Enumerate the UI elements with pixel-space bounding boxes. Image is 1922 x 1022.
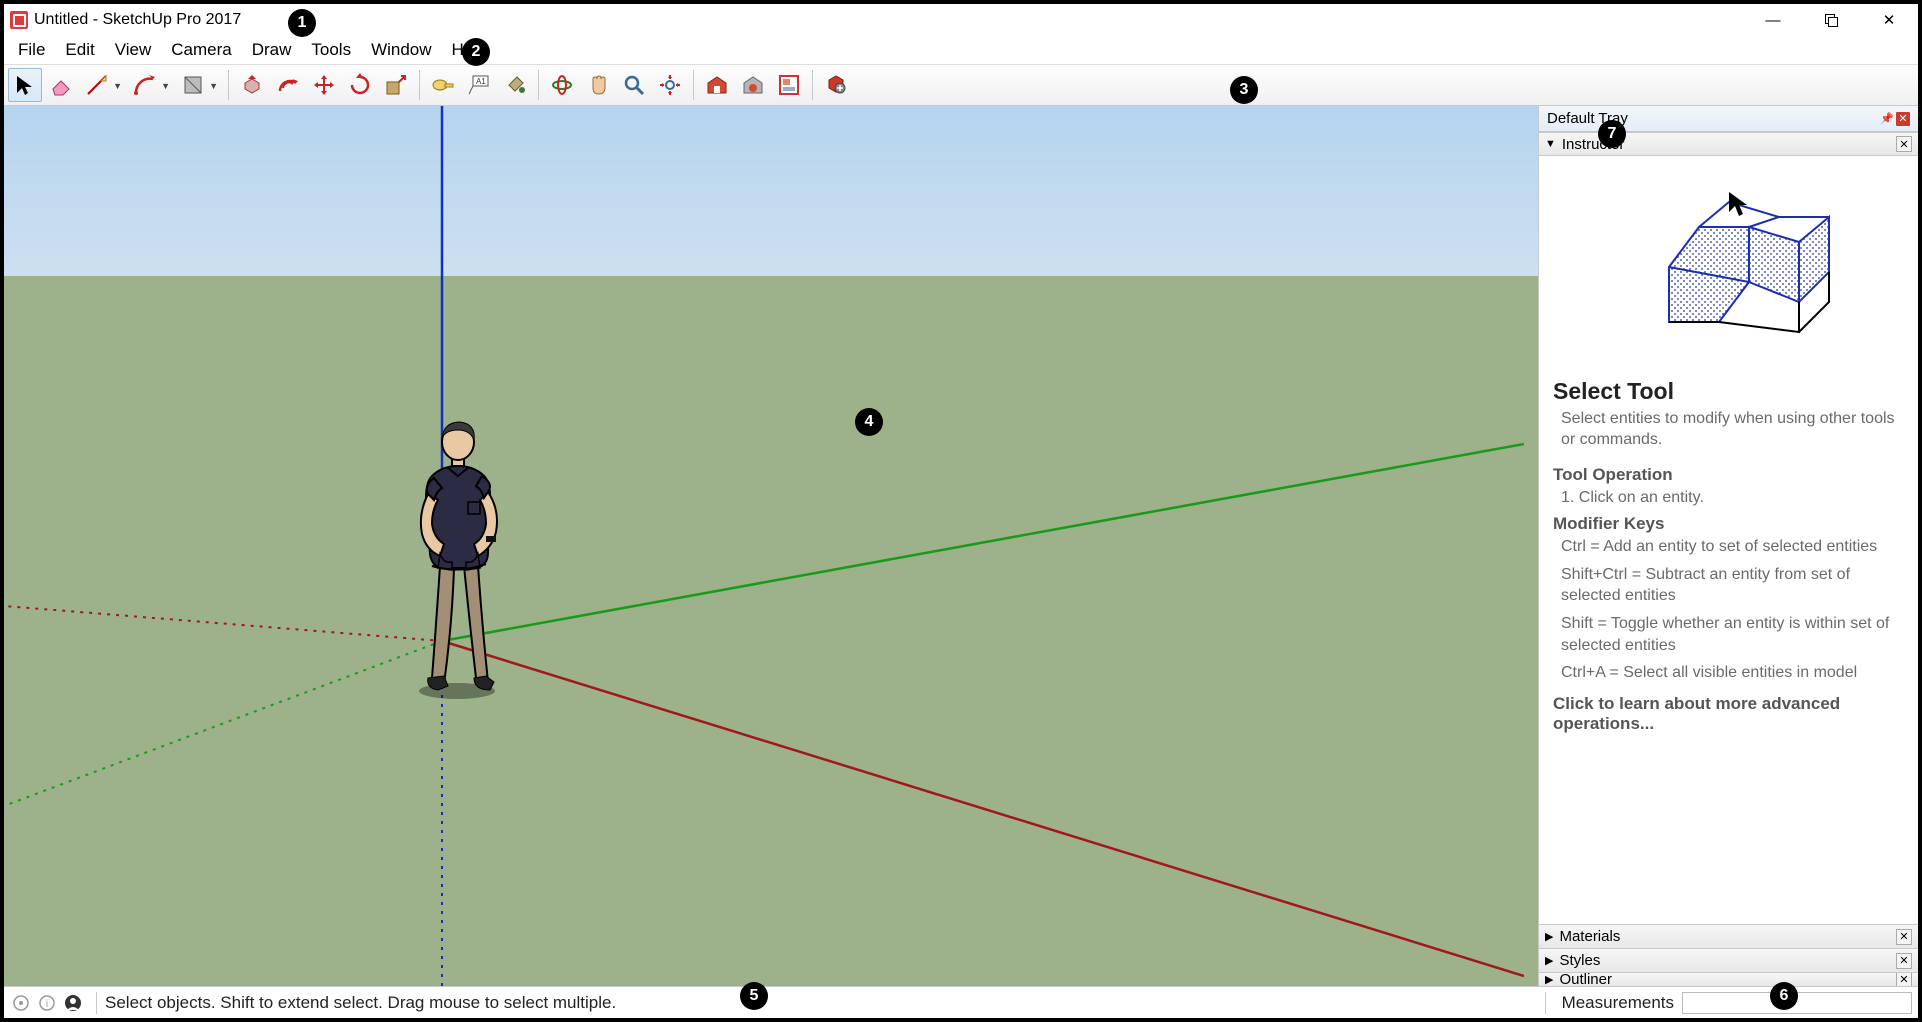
window-title: Untitled - SketchUp Pro 2017	[34, 11, 241, 29]
panel-caret-icon: ▶	[1545, 954, 1553, 967]
materials-panel-header[interactable]: ▶ Materials ✕	[1539, 924, 1918, 948]
eraser-tool[interactable]	[44, 68, 78, 102]
styles-panel-header[interactable]: ▶ Styles ✕	[1539, 948, 1918, 972]
menu-bar: File Edit View Camera Draw Tools Window …	[4, 36, 1918, 64]
close-button[interactable]: ✕	[1860, 4, 1918, 36]
menu-help[interactable]: Help	[442, 38, 497, 62]
minimize-button[interactable]: —	[1744, 4, 1802, 36]
panel-caret-icon: ▶	[1545, 930, 1553, 943]
instructor-heading: Select Tool	[1553, 378, 1904, 405]
modifier-key-3: Shift = Toggle whether an entity is with…	[1561, 613, 1904, 656]
instructor-panel-body: Select Tool Select entities to modify wh…	[1539, 156, 1918, 924]
orbit-tool[interactable]	[545, 68, 579, 102]
tool-operation-title: Tool Operation	[1553, 465, 1904, 485]
modifier-key-4: Ctrl+A = Select all visible entities in …	[1561, 662, 1904, 684]
cursor-icon	[1729, 192, 1747, 216]
status-bar: i Select objects. Shift to extend select…	[4, 986, 1918, 1018]
modifier-key-1: Ctrl = Add an entity to set of selected …	[1561, 536, 1904, 558]
tray-title-label: Default Tray	[1547, 110, 1628, 127]
zoom-tool[interactable]	[617, 68, 651, 102]
outliner-close-button[interactable]: ✕	[1896, 972, 1912, 986]
pushpull-tool[interactable]	[235, 68, 269, 102]
extension-warehouse-tool[interactable]	[736, 68, 770, 102]
panel-caret-icon: ▼	[1545, 138, 1556, 150]
default-tray: Default Tray 📌 ✕ ▼ Instructor ✕	[1538, 106, 1918, 986]
shape-tool[interactable]: ▼	[176, 68, 210, 102]
instructor-close-button[interactable]: ✕	[1896, 136, 1912, 152]
menu-camera[interactable]: Camera	[161, 38, 241, 62]
toolbar: ▼ ▼ ▼ A1	[4, 64, 1918, 106]
instructor-panel-title: Instructor	[1562, 136, 1625, 153]
axes	[4, 106, 1524, 986]
instructor-description: Select entities to modify when using oth…	[1561, 409, 1904, 451]
credits-icon[interactable]: i	[36, 992, 58, 1014]
pan-tool[interactable]	[581, 68, 615, 102]
panel-caret-icon: ▶	[1545, 973, 1553, 986]
person-icon[interactable]	[62, 992, 84, 1014]
styles-close-button[interactable]: ✕	[1896, 953, 1912, 969]
arc-tool[interactable]: ▼	[128, 68, 162, 102]
line-tool[interactable]: ▼	[80, 68, 114, 102]
menu-window[interactable]: Window	[361, 38, 441, 62]
app-icon	[10, 11, 28, 29]
drawing-area[interactable]	[4, 106, 1538, 986]
rotate-tool[interactable]	[343, 68, 377, 102]
measurements-input[interactable]	[1682, 992, 1912, 1014]
tray-pin-icon[interactable]: 📌	[1880, 112, 1894, 126]
modifier-keys-title: Modifier Keys	[1553, 514, 1904, 534]
menu-draw[interactable]: Draw	[242, 38, 302, 62]
select-tool[interactable]	[8, 68, 42, 102]
menu-tools[interactable]: Tools	[301, 38, 361, 62]
menu-edit[interactable]: Edit	[55, 38, 104, 62]
3d-warehouse-tool[interactable]	[700, 68, 734, 102]
status-hint: Select objects. Shift to extend select. …	[105, 993, 616, 1013]
materials-close-button[interactable]: ✕	[1896, 929, 1912, 945]
move-tool[interactable]	[307, 68, 341, 102]
svg-text:i: i	[46, 999, 48, 1010]
tape-measure-tool[interactable]	[426, 68, 460, 102]
measurements-label: Measurements	[1562, 993, 1674, 1013]
layout-tool[interactable]	[772, 68, 806, 102]
zoom-extents-tool[interactable]	[653, 68, 687, 102]
instructor-animation	[1553, 162, 1904, 372]
instructor-more-link[interactable]: Click to learn about more advanced opera…	[1553, 694, 1904, 734]
scale-figure	[382, 416, 562, 706]
tray-title-bar[interactable]: Default Tray 📌 ✕	[1539, 106, 1918, 132]
outliner-panel-title: Outliner	[1559, 972, 1612, 986]
shape-tool-dropdown-icon[interactable]: ▼	[209, 81, 218, 91]
menu-view[interactable]: View	[105, 38, 162, 62]
text-tool[interactable]: A1	[462, 68, 496, 102]
menu-file[interactable]: File	[8, 38, 55, 62]
svg-text:A1: A1	[476, 77, 486, 86]
scale-tool[interactable]	[379, 68, 413, 102]
arc-tool-dropdown-icon[interactable]: ▼	[161, 81, 170, 91]
instructor-panel-header[interactable]: ▼ Instructor ✕	[1539, 132, 1918, 156]
title-bar: Untitled - SketchUp Pro 2017 — ✕	[4, 4, 1918, 36]
offset-tool[interactable]	[271, 68, 305, 102]
geolocation-icon[interactable]	[10, 992, 32, 1014]
outliner-panel-header[interactable]: ▶ Outliner ✕	[1539, 972, 1918, 986]
maximize-button[interactable]	[1802, 4, 1860, 36]
tray-close-icon[interactable]: ✕	[1896, 112, 1910, 126]
tool-operation-text: 1. Click on an entity.	[1561, 487, 1904, 509]
window-controls: — ✕	[1744, 4, 1918, 36]
main-area: Default Tray 📌 ✕ ▼ Instructor ✕	[4, 106, 1918, 986]
styles-panel-title: Styles	[1559, 952, 1600, 969]
line-tool-dropdown-icon[interactable]: ▼	[113, 81, 122, 91]
paint-bucket-tool[interactable]	[498, 68, 532, 102]
materials-panel-title: Materials	[1559, 928, 1620, 945]
modifier-key-2: Shift+Ctrl = Subtract an entity from set…	[1561, 564, 1904, 607]
extension-manager-tool[interactable]	[819, 68, 853, 102]
